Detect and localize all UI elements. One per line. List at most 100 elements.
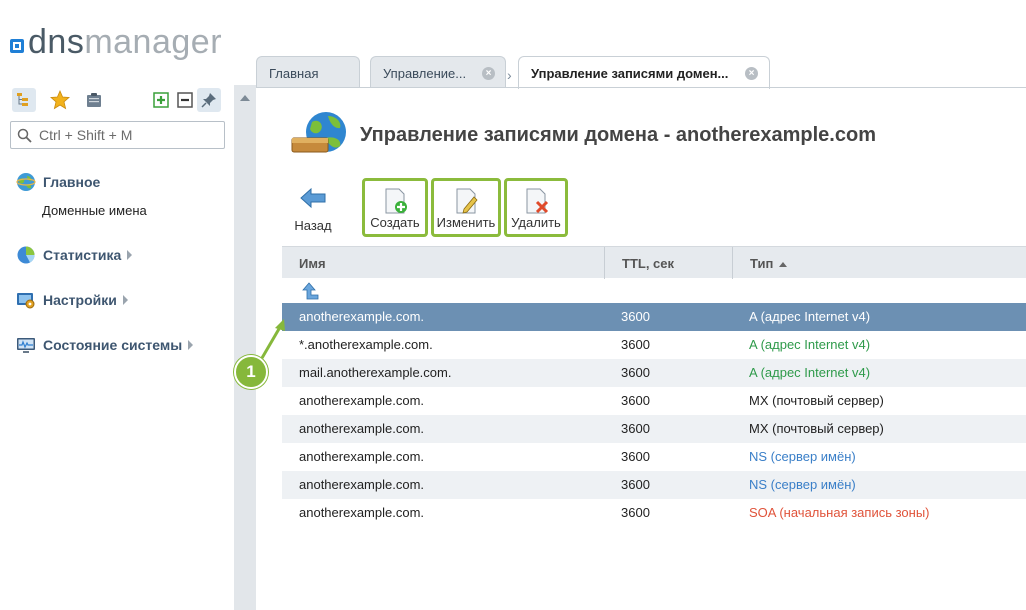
record-type: MX (почтовый сервер) (749, 421, 884, 436)
table-header: Имя TTL, сек Тип (282, 246, 1026, 279)
back-button[interactable]: Назад (290, 178, 336, 237)
record-ttl: 3600 (621, 365, 650, 380)
page-title: Управление записями домена - anotherexam… (360, 124, 876, 146)
edit-label: Изменить (436, 215, 496, 230)
record-ttl: 3600 (621, 337, 650, 352)
column-header-ttl[interactable]: TTL, сек (604, 247, 732, 279)
logo-mark-icon (10, 39, 24, 53)
record-name: anotherexample.com. (299, 449, 425, 464)
edit-button[interactable]: Изменить (431, 178, 501, 237)
record-name: *.anotherexample.com. (299, 337, 433, 352)
chevron-right-icon (127, 250, 133, 260)
nav-item-statistics[interactable]: Статистика (16, 245, 133, 265)
table-row[interactable]: anotherexample.com. 3600 NS (сервер имён) (282, 471, 1026, 499)
tab-bar: Главная Управление... × › Управление зап… (256, 56, 1026, 89)
record-name: anotherexample.com. (299, 309, 425, 324)
column-header-name[interactable]: Имя (282, 247, 604, 279)
table-row[interactable]: *.anotherexample.com. 3600 A (адрес Intern… (282, 331, 1026, 359)
nav-label-statistics: Статистика (43, 247, 122, 263)
record-type: A (адрес Internet v4) (749, 337, 871, 352)
record-name: anotherexample.com. (299, 393, 425, 408)
record-name: anotherexample.com. (299, 505, 425, 520)
tab-domain-records[interactable]: Управление записями домен... × (518, 56, 770, 89)
collapse-all-icon[interactable] (173, 88, 197, 112)
parent-level-row[interactable] (282, 278, 1026, 303)
chevron-right-icon: › (507, 67, 512, 83)
table-body: anotherexample.com. 3600 A (адрес Internet… (282, 303, 1026, 527)
record-name: mail.anotherexample.com. (299, 365, 452, 380)
level-up-icon[interactable] (298, 280, 320, 302)
create-label: Создать (370, 215, 420, 230)
tab-management[interactable]: Управление... × (370, 56, 506, 88)
search-input[interactable] (39, 126, 219, 144)
tree-view-icon[interactable] (12, 88, 36, 112)
record-ttl: 3600 (621, 393, 650, 408)
tab-home[interactable]: Главная (256, 56, 360, 88)
expand-all-icon[interactable] (149, 88, 173, 112)
logo-dns: dns (28, 23, 85, 61)
back-arrow-icon (300, 187, 326, 209)
table-row[interactable]: anotherexample.com. 3600 MX (почтовый серв… (282, 415, 1026, 443)
callout-badge: 1 (234, 355, 268, 389)
close-icon[interactable]: × (482, 67, 495, 80)
logo-manager: manager (84, 23, 223, 61)
sidebar-toolbar (12, 88, 226, 112)
favorites-star-icon[interactable] (48, 88, 72, 112)
record-type: NS (сервер имён) (749, 477, 856, 492)
records-table: Имя TTL, сек Тип anotherexample.com. 3600… (282, 246, 1026, 527)
record-ttl: 3600 (621, 309, 650, 324)
table-row[interactable]: anotherexample.com. 3600 A (адрес Internet… (282, 303, 1026, 331)
edit-document-icon (456, 188, 478, 214)
back-label: Назад (294, 218, 332, 233)
table-row[interactable]: anotherexample.com. 3600 MX (почтовый серв… (282, 387, 1026, 415)
record-name: anotherexample.com. (299, 421, 425, 436)
nav-subitem-domains[interactable]: Доменные имена (42, 203, 147, 218)
table-row[interactable]: anotherexample.com. 3600 SOA (начальная за… (282, 499, 1026, 527)
tab-label: Управление записями домен... (531, 66, 729, 81)
pin-icon[interactable] (197, 88, 221, 112)
search-icon (17, 128, 32, 143)
app-logo: dnsmanager (10, 24, 222, 60)
record-ttl: 3600 (621, 449, 650, 464)
record-type: SOA (начальная запись зоны) (749, 505, 930, 520)
table-row[interactable]: mail.anotherexample.com. 3600 A (адрес Int… (282, 359, 1026, 387)
nav-item-main[interactable]: Главное (16, 172, 100, 192)
sidebar: Главное Доменные имена Статистика Настро… (0, 80, 234, 610)
record-ttl: 3600 (621, 505, 650, 520)
record-type: MX (почтовый сервер) (749, 393, 884, 408)
nav-label-system-status: Состояние системы (43, 337, 183, 353)
table-row[interactable]: anotherexample.com. 3600 NS (сервер имён) (282, 443, 1026, 471)
domain-globe-icon (291, 112, 346, 153)
globe-icon (16, 173, 36, 191)
nav-item-settings[interactable]: Настройки (16, 290, 128, 310)
tab-label: Управление... (383, 66, 467, 81)
close-icon[interactable]: × (745, 67, 758, 80)
nav-label-settings: Настройки (43, 292, 117, 308)
column-header-type[interactable]: Тип (732, 247, 1026, 279)
record-type: NS (сервер имён) (749, 449, 856, 464)
delete-label: Удалить (511, 215, 561, 230)
nav-item-system-status[interactable]: Состояние системы (16, 335, 194, 355)
chevron-right-icon (188, 340, 194, 350)
record-ttl: 3600 (621, 477, 650, 492)
create-button[interactable]: Создать (362, 178, 428, 237)
delete-button[interactable]: Удалить (504, 178, 568, 237)
sidebar-splitter[interactable] (234, 85, 256, 610)
sidebar-search[interactable] (10, 121, 225, 149)
new-document-icon (385, 188, 407, 214)
tab-label: Главная (269, 66, 319, 81)
sort-ascending-icon (779, 262, 788, 267)
record-ttl: 3600 (621, 421, 650, 436)
clipboard-icon[interactable] (82, 88, 106, 112)
monitor-icon (17, 338, 35, 353)
chevron-right-icon (122, 295, 128, 305)
settings-icon (17, 293, 35, 309)
pie-chart-icon (17, 246, 35, 264)
delete-document-icon (526, 188, 549, 214)
tab-divider (256, 87, 1026, 88)
record-type: A (адрес Internet v4) (749, 365, 871, 380)
nav-label-main: Главное (43, 174, 101, 190)
record-type: A (адрес Internet v4) (749, 309, 871, 324)
collapse-arrow-icon[interactable] (240, 95, 250, 101)
record-name: anotherexample.com. (299, 477, 425, 492)
